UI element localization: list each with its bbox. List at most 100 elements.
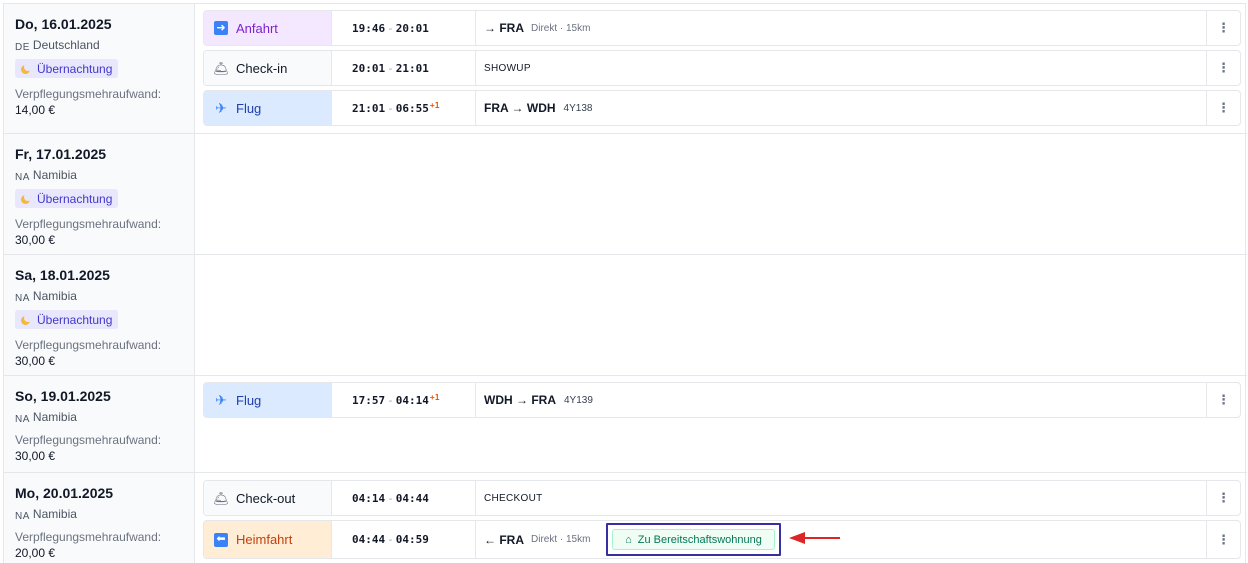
time-to: 06:55 — [395, 101, 429, 115]
segment-type: 🛎 Check-out — [204, 481, 332, 515]
time-to: 04:44 — [395, 491, 429, 505]
segment-type: 🛎 Check-in — [204, 51, 332, 85]
badge-label: Übernachtung — [37, 191, 113, 206]
badge-label: Übernachtung — [37, 61, 113, 76]
segment-info: FRA → WDH 4Y138 — [476, 91, 1206, 125]
day-summary: So, 19.01.2025 NA Namibia Verpflegungsmeh… — [4, 376, 195, 472]
segment-anfahrt[interactable]: ➜ Anfahrt 19:46-20:01 → FRA Direkt · 15km … — [203, 10, 1241, 46]
day-date: Mo, 20.01.2025 — [15, 485, 114, 501]
day-row: So, 19.01.2025 NA Namibia Verpflegungsmeh… — [4, 376, 1247, 473]
more-menu-icon[interactable]: ⋮ — [1206, 91, 1240, 125]
segment-type: ✈ Flug — [204, 91, 332, 125]
day-summary: Mo, 20.01.2025 NA Namibia Verpflegungsmeh… — [4, 473, 195, 563]
day-summary: Do, 16.01.2025 DE Deutschland Übernachtun… — [4, 4, 195, 133]
segment-type-label: Anfahrt — [236, 20, 278, 36]
segment-time: 04:14-04:44 — [332, 481, 476, 515]
moon-icon — [20, 313, 32, 326]
segment-time: 04:44-04:59 — [332, 521, 476, 558]
more-menu-icon[interactable]: ⋮ — [1206, 51, 1240, 85]
day-date: Sa, 18.01.2025 — [15, 267, 110, 283]
checkin-desk-icon: 🛎 — [212, 60, 230, 76]
segment-checkin[interactable]: 🛎 Check-in 20:01-21:01 SHOWUP ⋮ — [203, 50, 1241, 86]
trip-timeline: Do, 16.01.2025 DE Deutschland Übernachtun… — [3, 3, 1247, 563]
moon-icon — [20, 62, 32, 75]
overnight-badge: Übernachtung — [15, 310, 119, 329]
country-code: NA — [15, 414, 30, 425]
country-name: Namibia — [32, 289, 77, 303]
time-from: 20:01 — [352, 61, 386, 75]
airplane-icon: ✈ — [215, 392, 227, 408]
segment-type-label: Heimfahrt — [236, 532, 293, 547]
moon-icon — [20, 192, 32, 205]
country: NA Namibia — [15, 410, 194, 426]
country-name: Namibia — [32, 168, 77, 182]
arrow-right-icon: ➜ — [214, 21, 228, 35]
country-code: NA — [15, 293, 30, 304]
segment-info: SHOWUP — [476, 51, 1206, 85]
route: FRA → WDH — [484, 101, 556, 115]
flight-number: 4Y139 — [564, 394, 593, 406]
segment-type: ✈ Flug — [204, 383, 332, 417]
meal-allowance-label: Verpflegungsmehraufwand: — [15, 86, 162, 101]
day-summary: Sa, 18.01.2025 NA Namibia Übernachtung Ve… — [4, 255, 195, 375]
route: → FRA — [484, 21, 524, 35]
more-menu-icon[interactable]: ⋮ — [1206, 11, 1240, 45]
route: ← FRA — [484, 532, 524, 547]
country-code: DE — [15, 42, 30, 53]
segment-type-label: Flug — [236, 392, 262, 408]
time-to: 20:01 — [395, 21, 429, 35]
day-summary: Fr, 17.01.2025 NA Namibia Übernachtung Ve… — [4, 134, 195, 254]
day-row: Fr, 17.01.2025 NA Namibia Übernachtung Ve… — [4, 134, 1247, 255]
segment-flug[interactable]: ✈ Flug 17:57-04:14 +1 WDH → FRA 4Y139 ⋮ — [203, 382, 1241, 418]
home-icon: ⌂ — [625, 533, 632, 546]
segment-type-label: Check-out — [236, 490, 296, 506]
time-from: 04:44 — [352, 533, 386, 546]
flight-number: 4Y138 — [563, 102, 593, 114]
segment-info: → FRA Direkt · 15km — [476, 11, 1206, 45]
time-from: 04:14 — [352, 491, 386, 505]
to-standby-apartment-button[interactable]: ⌂ Zu Bereitschaftswohnung — [612, 529, 775, 550]
day-row: Sa, 18.01.2025 NA Namibia Übernachtung Ve… — [4, 255, 1247, 376]
time-separator: - — [387, 101, 394, 115]
segment-heimfahrt[interactable]: ⬅ Heimfahrt 04:44-04:59 ← FRA Direkt · 15k… — [203, 520, 1241, 559]
segment-type-label: Flug — [236, 100, 262, 116]
segment-time: 20:01-21:01 — [332, 51, 476, 85]
day-date: Fr, 17.01.2025 — [15, 146, 107, 162]
next-day-marker: +1 — [429, 100, 440, 110]
country: NA Namibia — [15, 507, 194, 523]
meal-allowance-label: Verpflegungsmehraufwand: — [15, 433, 162, 447]
day-row: Do, 16.01.2025 DE Deutschland Übernachtun… — [4, 4, 1247, 134]
meal-allowance-value: 20,00 € — [15, 546, 56, 560]
time-separator: - — [387, 393, 394, 407]
segment-info: WDH → FRA 4Y139 — [476, 383, 1206, 417]
badge-label: Übernachtung — [37, 312, 113, 327]
segment-time: 17:57-04:14 +1 — [332, 383, 476, 417]
time-separator: - — [387, 21, 394, 35]
meal-allowance-value: 30,00 € — [15, 232, 56, 247]
country-name: Namibia — [32, 507, 77, 521]
checkout-desk-icon: 🛎 — [212, 490, 230, 506]
duty-code: SHOWUP — [484, 62, 531, 74]
country-code: NA — [15, 511, 30, 522]
time-separator: - — [387, 533, 394, 546]
more-menu-icon[interactable]: ⋮ — [1206, 383, 1240, 417]
annotation-arrow-icon — [789, 532, 840, 544]
arrow-left-icon: ⬅ — [214, 532, 228, 547]
next-day-marker: +1 — [429, 392, 440, 402]
duty-code: CHECKOUT — [484, 492, 543, 504]
route-detail: Direkt · 15km — [531, 22, 591, 34]
country: NA Namibia — [15, 289, 194, 305]
overnight-badge: Übernachtung — [15, 189, 119, 208]
segment-flug[interactable]: ✈ Flug 21:01-06:55 +1 FRA → WDH 4Y138 ⋮ — [203, 90, 1241, 126]
more-menu-icon[interactable]: ⋮ — [1206, 481, 1240, 515]
segment-type-label: Check-in — [236, 60, 288, 76]
highlight-box: ⌂ Zu Bereitschaftswohnung — [606, 523, 781, 556]
segment-checkout[interactable]: 🛎 Check-out 04:14-04:44 CHECKOUT ⋮ — [203, 480, 1241, 516]
meal-allowance-label: Verpflegungsmehraufwand: — [15, 216, 162, 231]
more-menu-icon[interactable]: ⋮ — [1206, 521, 1240, 558]
country: NA Namibia — [15, 168, 194, 184]
time-to: 21:01 — [395, 61, 429, 75]
time-from: 21:01 — [352, 101, 386, 115]
meal-allowance-value: 30,00 € — [15, 449, 56, 463]
country-name: Namibia — [32, 410, 77, 424]
